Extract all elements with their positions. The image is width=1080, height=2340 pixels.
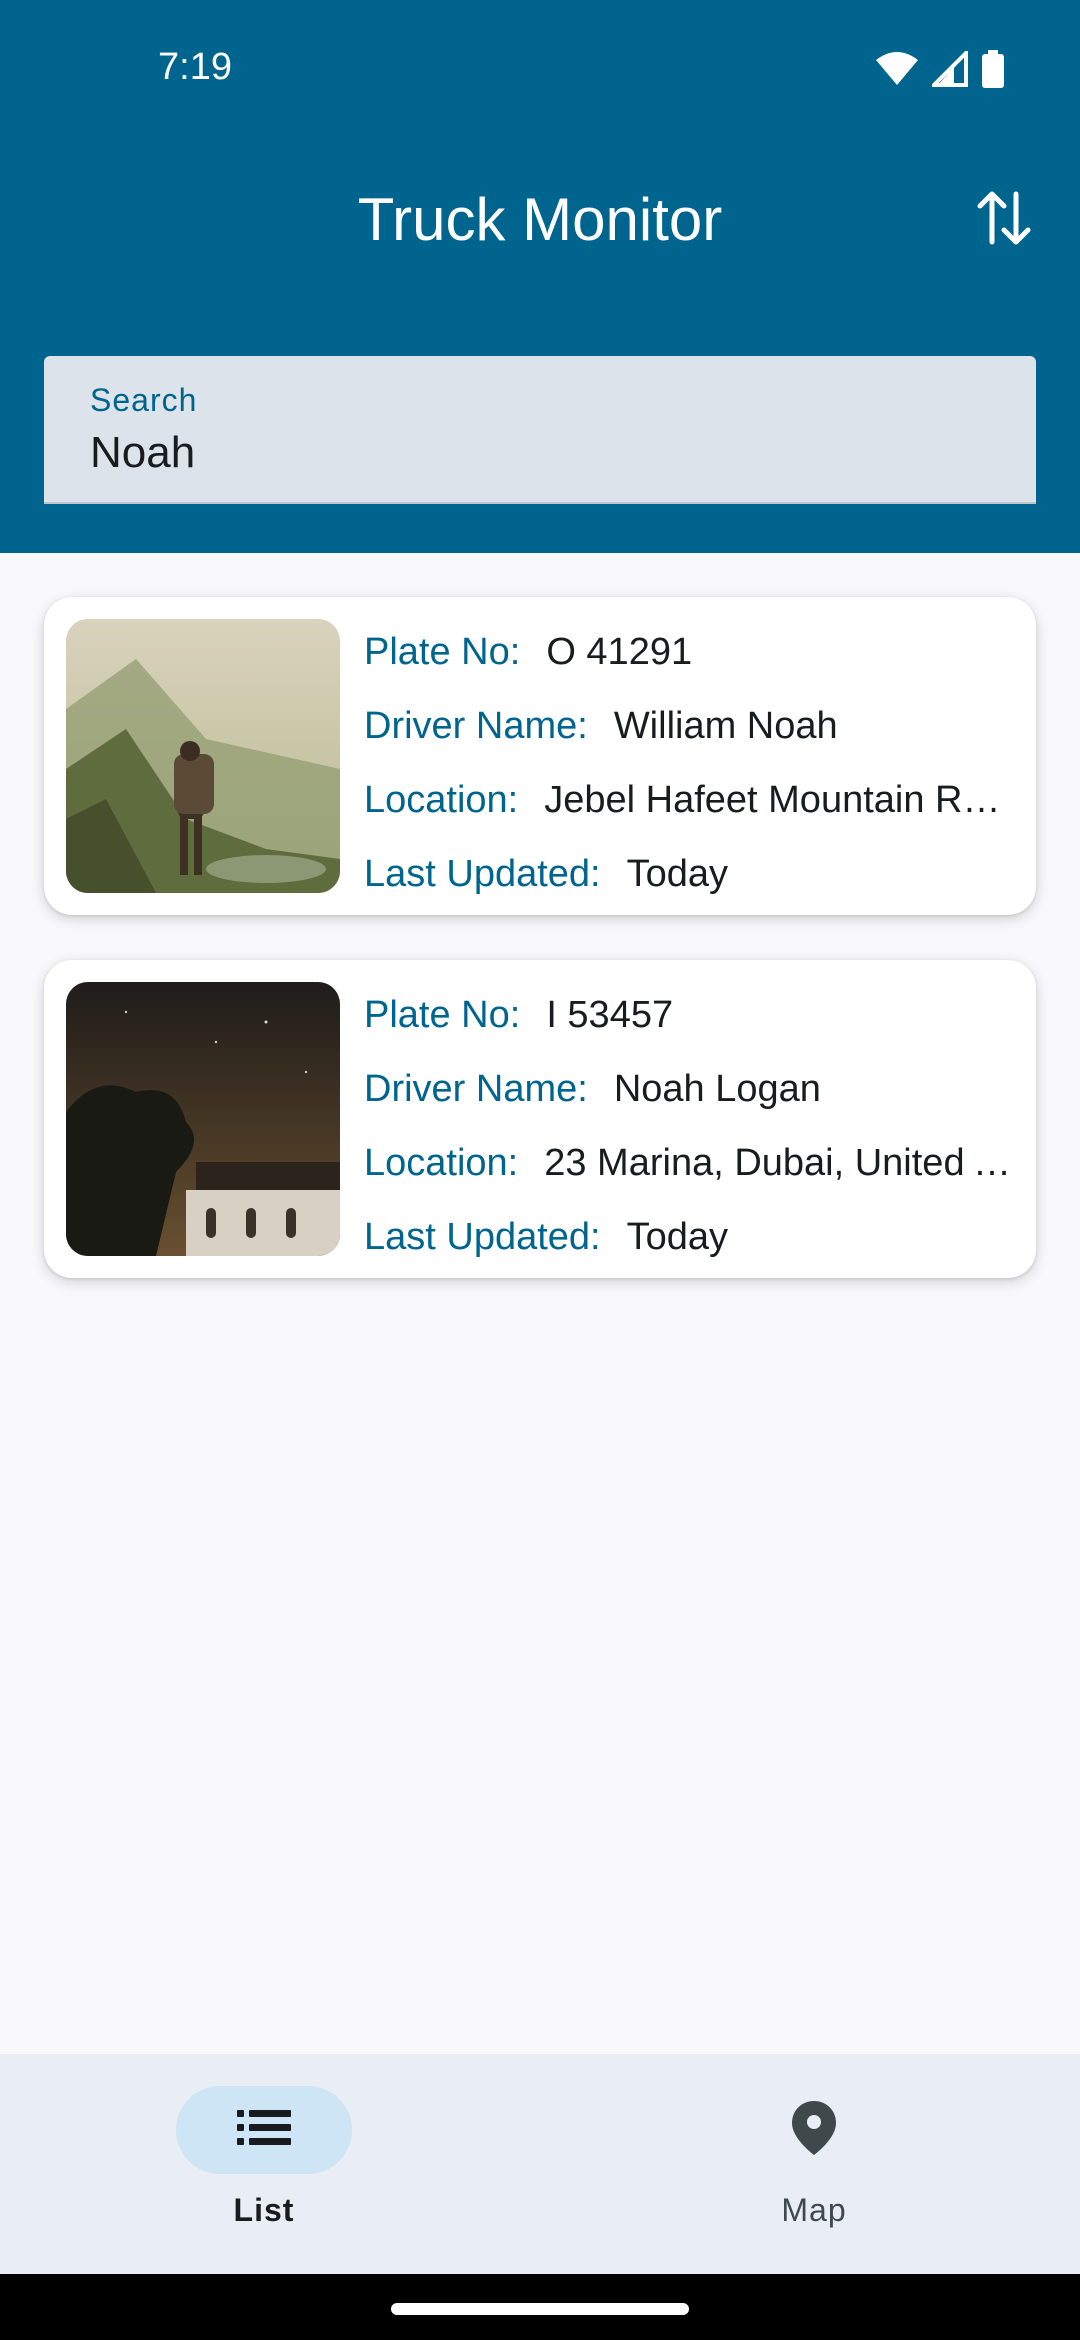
truck-details: Plate No: I 53457 Driver Name: Noah Loga…	[364, 978, 1014, 1274]
status-bar: 7:19	[0, 0, 1080, 140]
updated-label: Last Updated:	[364, 852, 601, 895]
plate-label: Plate No:	[364, 993, 521, 1036]
updated-label: Last Updated:	[364, 1215, 601, 1258]
driver-value: William Noah	[613, 704, 838, 747]
map-pin-icon	[790, 2099, 838, 2162]
location-label: Location:	[364, 778, 519, 821]
updated-value: Today	[626, 1215, 729, 1258]
location-label: Location:	[364, 1141, 519, 1184]
sort-button[interactable]	[964, 180, 1044, 260]
nav-indicator	[176, 2086, 352, 2174]
top-app-bar: 7:19 Truck Monitor Search Noah	[0, 0, 1080, 553]
search-value[interactable]: Noah	[90, 428, 195, 478]
location-row: Location: Jebel Hafeet Mountain Road, Al…	[364, 763, 1014, 837]
plate-label: Plate No:	[364, 630, 521, 673]
truck-card[interactable]: Plate No: I 53457 Driver Name: Noah Loga…	[44, 960, 1036, 1278]
swap-vert-icon	[976, 188, 1032, 253]
updated-row: Last Updated: Today	[364, 837, 1014, 911]
truck-thumbnail	[66, 619, 340, 893]
status-icons	[876, 48, 1004, 93]
location-row: Location: 23 Marina, Dubai, United Arab …	[364, 1126, 1014, 1200]
battery-icon	[982, 50, 1004, 93]
truck-card[interactable]: Plate No: O 41291 Driver Name: William N…	[44, 597, 1036, 915]
nav-label-map: Map	[781, 2192, 847, 2228]
plate-row: Plate No: I 53457	[364, 978, 1014, 1052]
driver-label: Driver Name:	[364, 1067, 588, 1110]
signal-icon	[929, 48, 968, 92]
nav-indicator	[726, 2086, 902, 2174]
driver-row: Driver Name: William Noah	[364, 689, 1014, 763]
plate-row: Plate No: O 41291	[364, 615, 1014, 689]
gesture-navigation-bar	[0, 2274, 1080, 2340]
truck-details: Plate No: O 41291 Driver Name: William N…	[364, 615, 1014, 911]
driver-value: Noah Logan	[613, 1067, 821, 1110]
plate-value: O 41291	[546, 630, 693, 673]
driver-label: Driver Name:	[364, 704, 588, 747]
home-handle[interactable]	[391, 2303, 689, 2315]
search-input[interactable]: Search Noah	[44, 356, 1036, 504]
list-icon	[237, 2108, 291, 2153]
wifi-icon	[876, 52, 918, 91]
truck-thumbnail	[66, 982, 340, 1256]
nav-item-list[interactable]: List	[134, 2086, 394, 2256]
updated-value: Today	[626, 852, 729, 895]
search-label: Search	[90, 382, 198, 418]
plate-value: I 53457	[546, 993, 674, 1036]
updated-row: Last Updated: Today	[364, 1200, 1014, 1274]
location-value: Jebel Hafeet Mountain Road, Al Ain	[544, 778, 1014, 821]
driver-row: Driver Name: Noah Logan	[364, 1052, 1014, 1126]
location-value: 23 Marina, Dubai, United Arab Emirates	[544, 1141, 1014, 1184]
bottom-navigation: List Map	[0, 2054, 1080, 2274]
status-time: 7:19	[158, 46, 232, 88]
nav-label-list: List	[233, 2192, 295, 2228]
nav-item-map[interactable]: Map	[684, 2086, 944, 2256]
page-title: Truck Monitor	[357, 186, 723, 253]
